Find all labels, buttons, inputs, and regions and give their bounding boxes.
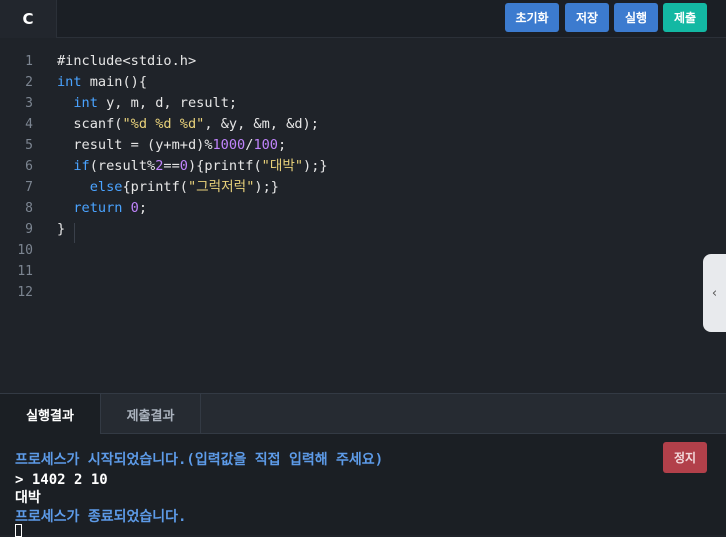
chevron-left-icon: ‹ <box>711 285 718 301</box>
console-output[interactable]: 프로세스가 시작되었습니다.(입력값을 직접 입력해 주세요) > 1402 2… <box>0 434 726 535</box>
console-line: 프로세스가 종료되었습니다. <box>15 509 187 525</box>
line-number-gutter: 1 2 3 4 5 6 7 8 9 10 11 12 <box>0 38 45 393</box>
tab-submit-result[interactable]: 제출결과 <box>101 394 201 434</box>
code-line-6: if(result%2==0){printf("대박");} <box>73 158 328 174</box>
code-line-1: #include<stdio.h> <box>57 53 197 69</box>
code-line-8: return 0; <box>73 200 148 216</box>
editor-toolbar: C 초기화 저장 실행 제출 <box>0 0 726 38</box>
reset-button[interactable]: 초기화 <box>505 3 559 32</box>
line-number: 11 <box>17 264 33 279</box>
line-number: 5 <box>25 138 33 153</box>
submit-button[interactable]: 제출 <box>663 3 707 32</box>
line-number: 8 <box>25 201 33 216</box>
save-button[interactable]: 저장 <box>565 3 609 32</box>
console-cursor <box>15 524 22 537</box>
code-line-4: scanf("%d %d %d", &y, &m, &d); <box>57 116 319 132</box>
code-line-5: result = (y+m+d)%1000/100; <box>57 137 287 153</box>
tab-run-result[interactable]: 실행결과 <box>0 394 101 434</box>
line-number: 3 <box>25 96 33 111</box>
code-line-9: } <box>57 221 66 237</box>
indent-guide <box>74 223 75 243</box>
line-number: 4 <box>25 117 33 132</box>
line-number: 9 <box>25 222 33 237</box>
code-editor[interactable]: 1 2 3 4 5 6 7 8 9 10 11 12 #include<stdi… <box>0 38 726 393</box>
side-panel-toggle[interactable]: ‹ <box>703 254 726 332</box>
line-number: 2 <box>25 75 33 90</box>
console-line: > 1402 2 10 <box>15 472 108 488</box>
result-tab-bar: 실행결과 제출결과 <box>0 393 726 434</box>
code-line-2: int main(){ <box>57 74 148 90</box>
language-tab[interactable]: C <box>0 0 57 38</box>
run-button[interactable]: 실행 <box>614 3 658 32</box>
code-line-7: else{printf("그럭저럭");} <box>89 179 279 195</box>
line-number: 7 <box>25 180 33 195</box>
console-line: 대박 <box>15 490 41 506</box>
code-line-3: int y, m, d, result; <box>73 95 238 111</box>
stop-button[interactable]: 정지 <box>663 442 707 473</box>
line-number: 12 <box>17 285 33 300</box>
line-number: 1 <box>25 54 33 69</box>
line-number: 6 <box>25 159 33 174</box>
console-line: 프로세스가 시작되었습니다.(입력값을 직접 입력해 주세요) <box>15 452 384 468</box>
line-number: 10 <box>17 243 33 258</box>
